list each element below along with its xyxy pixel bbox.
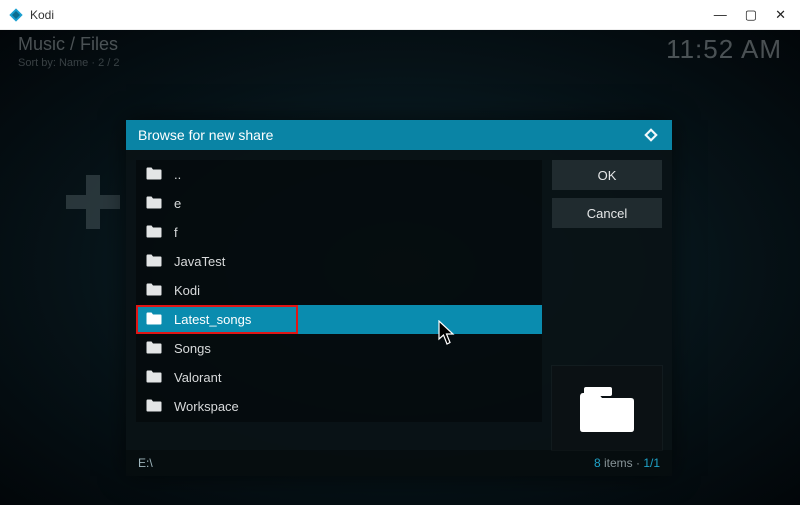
list-item-label: Songs [174,341,211,356]
item-count: 8 items · 1/1 [594,456,660,470]
folder-icon [146,166,162,183]
dialog-title: Browse for new share [138,127,273,143]
list-item[interactable]: Songs [136,334,542,363]
close-button[interactable]: ✕ [775,7,786,23]
window-titlebar: Kodi — ▢ ✕ [0,0,800,30]
list-item-label: .. [174,167,181,182]
list-item[interactable]: .. [136,160,542,189]
list-item-label: Valorant [174,370,221,385]
ok-button[interactable]: OK [552,160,662,190]
list-item-label: Kodi [174,283,200,298]
list-item[interactable]: f [136,218,542,247]
folder-icon [578,383,636,433]
window-controls: — ▢ ✕ [714,7,792,23]
dialog-titlebar: Browse for new share [126,120,672,150]
list-item-label: e [174,196,181,211]
app-header: Music / Files Sort by: Name · 2 / 2 11:5… [0,30,800,76]
folder-icon [146,311,162,328]
clock: 11:52 AM [666,34,782,65]
list-item-label: Latest_songs [174,312,251,327]
breadcrumb: Music / Files [18,34,119,55]
file-list[interactable]: .. ef JavaTest Kodi Latest_songs Songs Valoran… [136,160,542,422]
folder-icon [146,398,162,415]
list-item[interactable]: Kodi [136,276,542,305]
add-source-icon [66,175,120,229]
cancel-button[interactable]: Cancel [552,198,662,228]
list-item[interactable]: Valorant [136,363,542,392]
window-title: Kodi [30,8,54,22]
list-item-label: f [174,225,178,240]
preview-tile [552,366,662,450]
folder-icon [146,224,162,241]
browse-dialog: Browse for new share .. ef JavaTest Kodi Lat… [126,120,672,476]
folder-icon [146,195,162,212]
list-item-label: JavaTest [174,254,225,269]
list-item[interactable]: Latest_songs [136,305,542,334]
folder-icon [146,340,162,357]
current-path: E:\ [138,456,153,470]
maximize-button[interactable]: ▢ [745,7,757,23]
folder-icon [146,253,162,270]
folder-icon [146,369,162,386]
folder-icon [146,282,162,299]
dialog-footer: E:\ 8 items · 1/1 [126,450,672,476]
list-item[interactable]: e [136,189,542,218]
kodi-logo-icon [642,126,660,144]
list-item[interactable]: Workspace [136,392,542,421]
sort-line: Sort by: Name · 2 / 2 [18,57,119,69]
minimize-button[interactable]: — [714,7,727,23]
kodi-logo-icon [8,7,24,23]
list-item-label: Workspace [174,399,239,414]
list-item[interactable]: JavaTest [136,247,542,276]
app-background: Music / Files Sort by: Name · 2 / 2 11:5… [0,30,800,505]
